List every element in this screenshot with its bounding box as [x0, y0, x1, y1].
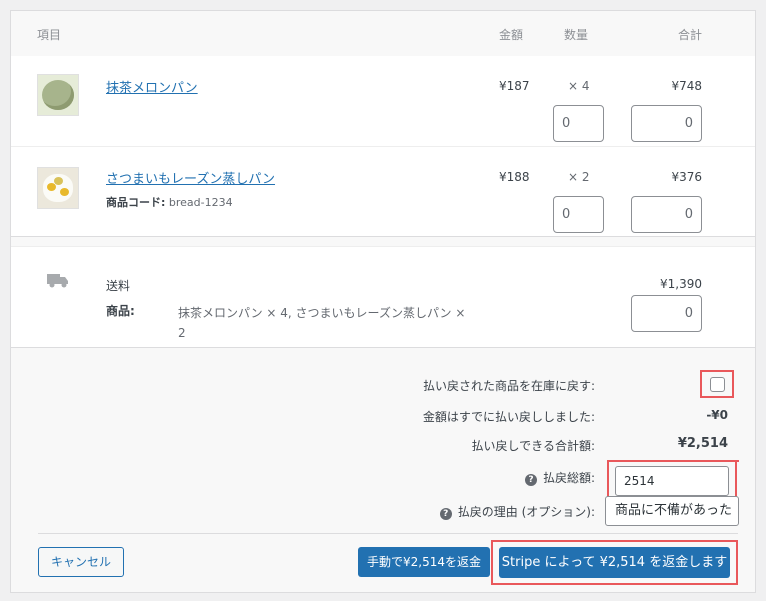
product-thumbnail: [37, 74, 79, 116]
shipping-label: 送料: [106, 279, 131, 293]
refund-reason-label: ? 払戻の理由 (オプション):: [439, 503, 595, 520]
shipping-items-label: 商品:: [106, 304, 135, 318]
item-quantity: × 2: [568, 170, 590, 184]
product-link[interactable]: さつまいもレーズン蒸しパン: [106, 168, 275, 187]
order-items-panel: 項目 金額 数量 合計 抹茶メロンパン ¥187 × 4 ¥748 0 0 さつ…: [10, 10, 756, 593]
refund-line-total-input[interactable]: 0: [631, 105, 702, 142]
refund-amount-label: ? 払戻総額:: [524, 469, 595, 486]
refund-amount-label-text: 払戻総額:: [542, 471, 595, 485]
truck-icon: [47, 274, 68, 288]
restock-checkbox[interactable]: [710, 377, 725, 392]
available-refund-value: ¥2,514: [677, 436, 728, 451]
refund-quantity-input[interactable]: 0: [553, 105, 604, 142]
item-price: ¥187: [499, 79, 530, 93]
item-price: ¥188: [499, 170, 530, 184]
shipping-row: 送料 商品: 抹茶メロンパン × 4, さつまいもレーズン蒸しパン × 2 ¥1…: [11, 246, 755, 348]
already-refunded-value: -¥0: [706, 408, 728, 422]
product-thumbnail: [37, 167, 79, 209]
header-amount: 金額: [499, 28, 524, 42]
stripe-refund-highlight: Stripe によって ¥2,514 を返金します: [491, 540, 738, 585]
available-refund-label: 払い戻しできる合計額:: [471, 439, 595, 453]
divider: [38, 533, 738, 534]
refund-line-total-input[interactable]: 0: [631, 196, 702, 233]
product-link[interactable]: 抹茶メロンパン: [106, 77, 198, 96]
sku-value: bread-1234: [168, 196, 233, 209]
refund-reason-label-text: 払戻の理由 (オプション):: [457, 505, 595, 519]
cancel-button[interactable]: キャンセル: [38, 547, 124, 577]
restock-highlight: [700, 370, 734, 398]
refund-amount-input[interactable]: 2514: [615, 466, 729, 496]
item-quantity: × 4: [568, 79, 590, 93]
table-row: 抹茶メロンパン ¥187 × 4 ¥748 0 0: [11, 56, 755, 147]
header-total: 合計: [677, 28, 702, 42]
restock-label: 払い戻された商品を在庫に戻す:: [422, 379, 595, 393]
item-line-total: ¥748: [671, 79, 702, 93]
shipping-total: ¥1,390: [660, 277, 702, 291]
item-line-total: ¥376: [671, 170, 702, 184]
sku-label: 商品コード:: [106, 196, 166, 209]
header-quantity: 数量: [564, 28, 589, 42]
items-table-header: 項目 金額 数量 合計: [11, 11, 755, 55]
shipping-items: 抹茶メロンパン × 4, さつまいもレーズン蒸しパン × 2: [178, 306, 466, 340]
refund-quantity-input[interactable]: 0: [553, 196, 604, 233]
product-sku: 商品コード: bread-1234: [106, 194, 233, 210]
help-icon[interactable]: ?: [524, 474, 537, 486]
table-row: さつまいもレーズン蒸しパン 商品コード: bread-1234 ¥188 × 2…: [11, 147, 755, 237]
header-item: 項目: [37, 28, 62, 42]
help-icon[interactable]: ?: [439, 508, 452, 520]
stripe-refund-button[interactable]: Stripe によって ¥2,514 を返金します: [499, 547, 730, 578]
refund-reason-input[interactable]: 商品に不備があった: [605, 496, 739, 526]
manual-refund-button[interactable]: 手動で¥2,514を返金: [358, 547, 490, 577]
refund-shipping-input[interactable]: 0: [631, 295, 702, 332]
already-refunded-label: 金額はすでに払い戻ししました:: [422, 410, 595, 424]
